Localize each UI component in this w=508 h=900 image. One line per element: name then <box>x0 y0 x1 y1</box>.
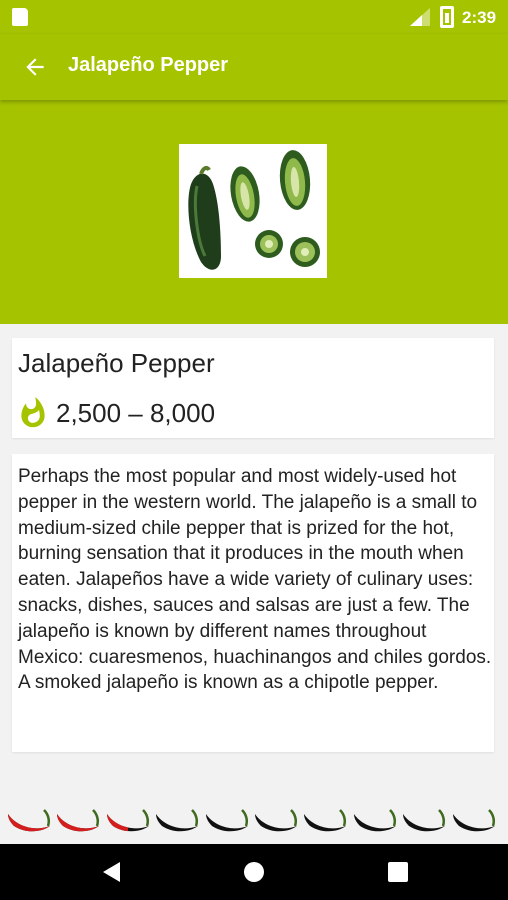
chili-rating-icon <box>205 809 248 832</box>
chili-rating-icon <box>304 809 347 832</box>
app-bar-title: Jalapeño Pepper <box>68 54 229 76</box>
chili-rating-icon <box>106 809 149 832</box>
system-nav-bar <box>0 844 508 900</box>
sd-card-icon <box>12 8 28 26</box>
signal-icon <box>410 8 430 26</box>
chili-rating-icon <box>255 809 298 832</box>
pepper-image <box>179 144 327 278</box>
chili-rating-icon <box>452 809 495 832</box>
home-circle-icon[interactable] <box>242 860 266 884</box>
back-triangle-icon[interactable] <box>100 860 124 884</box>
flame-icon <box>21 396 45 428</box>
pepper-name: Jalapeño Pepper <box>18 348 215 378</box>
chili-rating-icon <box>156 809 199 832</box>
heat-rating-bar <box>0 800 508 844</box>
pepper-summary-card: Jalapeño Pepper 2,500 – 8,000 <box>12 338 494 438</box>
status-time: 2:39 <box>462 8 497 27</box>
hero-banner <box>0 100 508 324</box>
jalapeno-illustration <box>188 150 320 270</box>
arrow-back-icon[interactable] <box>22 54 48 80</box>
status-bar: 2:39 <box>0 0 508 34</box>
pepper-description: Perhaps the most popular and most widely… <box>18 466 492 694</box>
description-card: Perhaps the most popular and most widely… <box>12 454 494 752</box>
chili-rating-icon <box>403 809 446 832</box>
chili-rating-icon <box>57 809 100 832</box>
recents-square-icon[interactable] <box>386 860 410 884</box>
battery-icon <box>440 6 454 28</box>
chili-rating-icon <box>353 809 396 832</box>
chili-rating-icon <box>8 809 51 832</box>
scoville-range: 2,500 – 8,000 <box>56 398 216 428</box>
app-bar: Jalapeño Pepper <box>0 34 508 100</box>
